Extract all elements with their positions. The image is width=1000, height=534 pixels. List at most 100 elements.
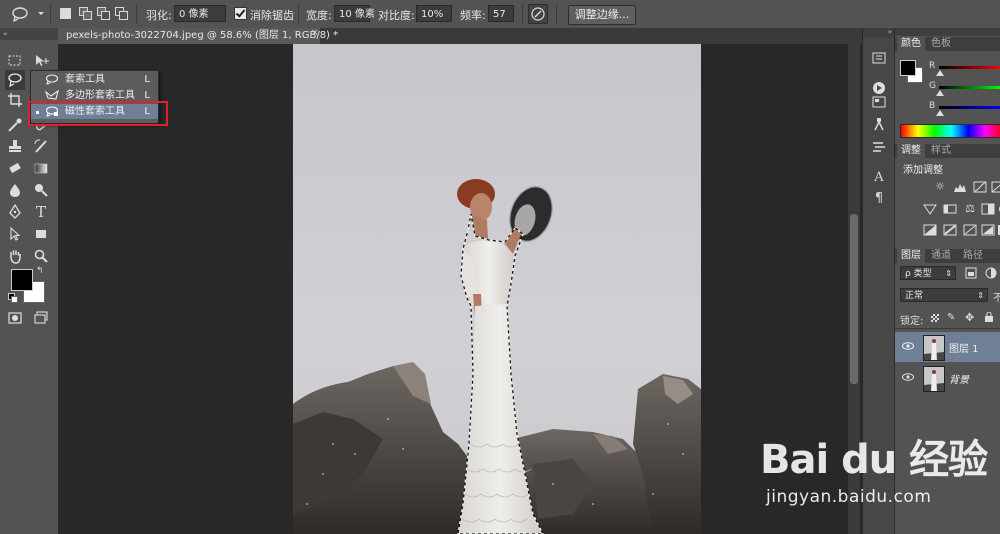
close-tab-icon[interactable]: × — [311, 28, 319, 38]
layers-panel-tabs: 图层 通道 路径 — [895, 249, 1000, 263]
color-spectrum-bar[interactable] — [900, 124, 1000, 138]
adjust-panel-tabs: 调整 样式 — [895, 144, 1000, 158]
tool-preset-picker[interactable] — [8, 4, 44, 24]
rect-marquee-tool[interactable] — [5, 51, 25, 71]
shape-tool[interactable] — [31, 224, 51, 244]
lock-image-icon[interactable]: ✎ — [947, 312, 955, 323]
levels-icon[interactable] — [953, 181, 967, 193]
layer-row-background[interactable]: 背景 — [895, 363, 1000, 393]
lock-all-icon[interactable] — [985, 311, 993, 322]
history-brush-icon — [34, 139, 47, 153]
flyout-item-lasso[interactable]: 套索工具 L — [31, 72, 158, 87]
swap-colors-icon[interactable]: ↰ — [36, 266, 44, 276]
brightness-icon[interactable]: ☼ — [933, 181, 947, 193]
curves-icon[interactable] — [973, 181, 987, 193]
add-to-selection-icon[interactable] — [78, 6, 92, 20]
type-tool[interactable]: T — [31, 202, 51, 222]
channel-r-slider[interactable] — [939, 66, 1000, 69]
layer-row-layer1[interactable]: 图层 1 — [895, 332, 1000, 362]
tab-channels[interactable]: 通道 — [927, 249, 955, 263]
antialias-checkbox[interactable] — [234, 7, 247, 20]
brush-presets-icon[interactable] — [871, 116, 887, 132]
filter-adjustment-icon[interactable] — [985, 267, 997, 279]
screen-mode-button[interactable] — [31, 308, 51, 328]
blur-tool[interactable] — [5, 180, 25, 200]
move-tool[interactable] — [31, 51, 51, 71]
tab-color[interactable]: 颜色 — [897, 37, 925, 51]
eyedropper-icon — [8, 118, 22, 132]
color-balance-icon[interactable]: ⚖ — [963, 203, 977, 215]
tablet-pressure-button[interactable] — [528, 4, 548, 24]
filter-pixel-icon[interactable] — [965, 267, 977, 279]
document-image[interactable] — [293, 44, 701, 534]
layer-filter-select[interactable]: ρ 类型 ⇕ — [900, 266, 956, 280]
black-white-icon[interactable] — [981, 203, 995, 215]
quick-mask-icon — [8, 312, 22, 324]
slider-thumb[interactable] — [936, 70, 944, 76]
quick-mask-button[interactable] — [5, 308, 25, 328]
default-colors-icon[interactable] — [8, 293, 18, 303]
lock-transparent-icon[interactable] — [931, 314, 939, 322]
contrast-label: 对比度: — [378, 9, 415, 22]
lock-position-icon[interactable]: ✥ — [965, 311, 974, 324]
posterize-icon[interactable] — [943, 224, 957, 236]
eyedropper-tool[interactable] — [5, 115, 25, 135]
tab-swatches[interactable]: 色板 — [927, 37, 955, 51]
canvas-area[interactable] — [58, 44, 850, 534]
invert-icon[interactable] — [923, 224, 937, 236]
flyout-item-label: 套索工具 — [65, 74, 105, 85]
frequency-field[interactable]: 57 — [488, 5, 514, 22]
visibility-eye-icon[interactable] — [902, 342, 914, 350]
threshold-icon[interactable] — [963, 224, 977, 236]
tab-adjustments[interactable]: 调整 — [897, 144, 925, 158]
toolbox-collapse-bar[interactable]: « — [0, 28, 58, 40]
visibility-eye-icon[interactable] — [902, 373, 914, 381]
hand-icon — [10, 250, 21, 264]
channel-b-slider[interactable] — [939, 106, 1000, 109]
hue-saturation-icon[interactable] — [943, 203, 957, 215]
feather-field[interactable]: 0 像素 — [174, 5, 226, 22]
exposure-icon[interactable] — [991, 181, 1000, 193]
gradient-map-icon[interactable] — [981, 224, 995, 236]
paragraph-panel-icon[interactable]: ¶ — [871, 191, 887, 207]
info-panel-icon[interactable] — [871, 94, 887, 110]
zoom-tool[interactable] — [31, 246, 51, 266]
width-field[interactable]: 10 像素 — [334, 5, 375, 22]
blend-mode-select[interactable]: 正常 ⇕ — [900, 288, 988, 302]
rectangle-shape-icon — [36, 230, 46, 238]
panel-fg-color[interactable] — [900, 60, 916, 76]
hand-tool[interactable] — [5, 246, 25, 266]
scrollbar-thumb[interactable] — [850, 214, 858, 384]
refine-edge-button[interactable]: 调整边缘... — [568, 5, 636, 25]
crop-tool[interactable] — [5, 90, 25, 110]
slider-thumb[interactable] — [936, 110, 944, 116]
tab-paths[interactable]: 路径 — [959, 249, 987, 263]
history-panel-icon[interactable] — [871, 50, 887, 66]
layer-name: 图层 1 — [949, 344, 979, 355]
vibrance-icon[interactable] — [923, 203, 937, 215]
pen-tool[interactable] — [5, 202, 25, 222]
watermark-url: jingyan.baidu.com — [766, 487, 932, 507]
history-brush-tool[interactable] — [31, 136, 51, 156]
stamp-tool[interactable] — [5, 136, 25, 156]
character-panel-icon[interactable]: A — [871, 170, 887, 186]
dock-collapse-bar[interactable]: » — [863, 28, 895, 38]
foreground-color-swatch[interactable] — [11, 269, 33, 291]
path-select-icon — [10, 226, 21, 241]
path-selection-tool[interactable] — [5, 224, 25, 244]
document-tab[interactable]: pexels-photo-3022704.jpeg @ 58.6% (图层 1,… — [58, 28, 338, 44]
tab-styles[interactable]: 样式 — [927, 144, 955, 158]
intersect-selection-icon[interactable] — [114, 6, 128, 20]
gradient-tool[interactable] — [31, 158, 51, 178]
tool-presets-icon[interactable] — [871, 138, 887, 154]
document-tab-bar: pexels-photo-3022704.jpeg @ 58.6% (图层 1,… — [58, 28, 862, 44]
eraser-tool[interactable] — [5, 158, 25, 178]
subtract-from-selection-icon[interactable] — [96, 6, 110, 20]
dodge-tool[interactable] — [31, 180, 51, 200]
new-selection-icon[interactable] — [58, 6, 72, 20]
lasso-tool[interactable] — [5, 70, 25, 90]
channel-g-slider[interactable] — [939, 86, 1000, 89]
tab-layers[interactable]: 图层 — [897, 249, 925, 263]
slider-thumb[interactable] — [936, 90, 944, 96]
contrast-field[interactable]: 10% — [416, 5, 452, 22]
